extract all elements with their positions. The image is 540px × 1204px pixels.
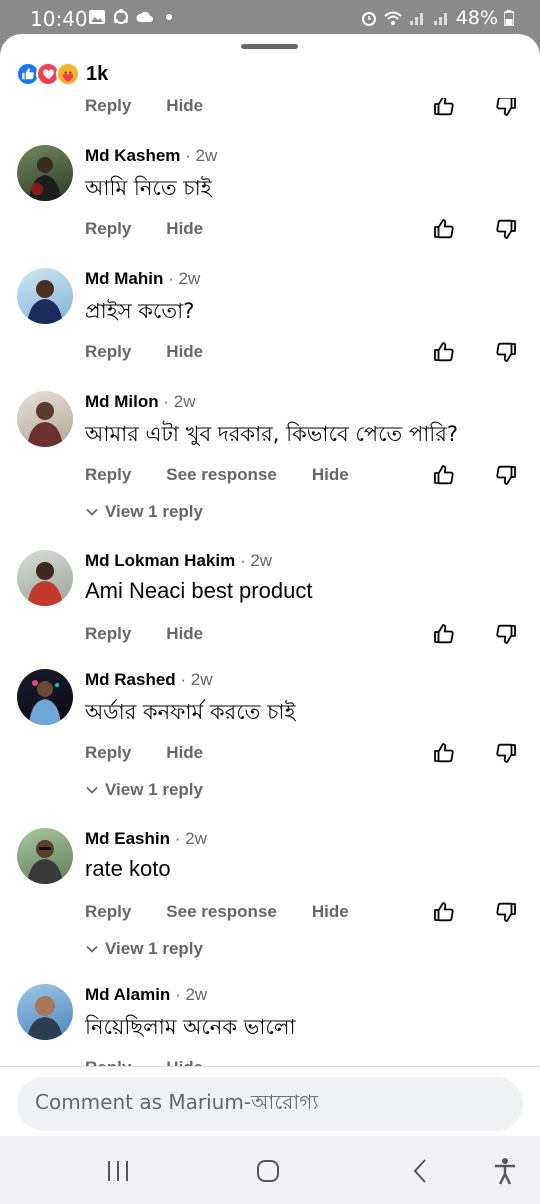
- comment-text: অর্ডার কনফার্ম করতে চাই: [85, 700, 296, 724]
- reply-button[interactable]: Reply: [85, 219, 131, 239]
- view-replies-label: View 1 reply: [105, 502, 203, 521]
- commenter-name[interactable]: Md Milon: [85, 392, 159, 411]
- comment-time: · 2w: [174, 829, 207, 848]
- avatar[interactable]: [17, 391, 73, 447]
- cloud-icon: [136, 11, 153, 22]
- reply-button[interactable]: Reply: [85, 743, 131, 763]
- chevron-down-icon: [86, 508, 98, 516]
- like-icon[interactable]: [432, 622, 456, 646]
- reaction-count: 1k: [86, 62, 109, 85]
- dislike-icon[interactable]: [494, 463, 518, 487]
- accessibility-icon: [495, 1158, 515, 1185]
- recent-apps-button[interactable]: [103, 1156, 133, 1186]
- gallery-icon: [89, 10, 105, 24]
- chevron-down-icon: [86, 786, 98, 794]
- hide-button[interactable]: Hide: [166, 624, 203, 644]
- hide-button[interactable]: Hide: [166, 219, 203, 239]
- comment-time: · 2w: [180, 670, 213, 689]
- reply-button[interactable]: Reply: [85, 902, 131, 922]
- avatar[interactable]: [17, 984, 73, 1040]
- hide-button[interactable]: Hide: [166, 1058, 203, 1066]
- comment-text: rate koto: [85, 856, 171, 881]
- see-response-button[interactable]: See response: [166, 465, 277, 485]
- hide-button[interactable]: Hide: [166, 743, 203, 763]
- dislike-icon[interactable]: [494, 217, 518, 241]
- hide-button[interactable]: Hide: [312, 902, 349, 922]
- signal-icon: [409, 13, 423, 25]
- dislike-icon[interactable]: [494, 900, 518, 924]
- chevron-down-icon: [86, 945, 98, 953]
- dislike-icon[interactable]: [494, 622, 518, 646]
- see-response-button[interactable]: See response: [166, 902, 277, 922]
- dislike-icon[interactable]: [494, 340, 518, 364]
- recent-apps-icon: [108, 1161, 128, 1181]
- care-icon: [56, 62, 80, 86]
- battery-icon: [504, 10, 514, 26]
- avatar[interactable]: [17, 828, 73, 884]
- like-icon[interactable]: [432, 340, 456, 364]
- sync-icon: [114, 9, 128, 24]
- avatar[interactable]: [17, 669, 73, 725]
- comment-list: Reply Hide Md Kashem · 2w আমি নিতে চাই R…: [0, 98, 540, 1066]
- back-icon: [413, 1159, 426, 1183]
- avatar[interactable]: [17, 145, 73, 201]
- avatar[interactable]: [17, 268, 73, 324]
- drag-handle[interactable]: [241, 44, 298, 49]
- status-time: 10:40: [30, 7, 88, 31]
- back-button[interactable]: [405, 1156, 435, 1186]
- hide-button[interactable]: Hide: [166, 342, 203, 362]
- view-replies-button[interactable]: View 1 reply: [85, 502, 203, 522]
- commenter-name[interactable]: Md Kashem: [85, 146, 180, 165]
- home-icon: [257, 1160, 279, 1182]
- hide-button[interactable]: Hide: [312, 465, 349, 485]
- comments-sheet: 1k Reply Hide Md Kashem · 2w আমি নিতে চা…: [0, 34, 540, 1204]
- dot-icon: [166, 14, 172, 20]
- reply-button[interactable]: Reply: [85, 1058, 131, 1066]
- like-icon[interactable]: [432, 741, 456, 765]
- status-bar: 10:40 48%: [0, 0, 540, 36]
- comment-text: প্রাইস কতো?: [85, 299, 195, 323]
- wifi-icon: [384, 11, 402, 25]
- reply-button[interactable]: Reply: [85, 98, 131, 116]
- commenter-name[interactable]: Md Rashed: [85, 670, 176, 689]
- comment-time: · 2w: [168, 269, 201, 288]
- comment-input[interactable]: Comment as Marium-আরোগ্য: [17, 1077, 523, 1131]
- commenter-name[interactable]: Md Lokman Hakim: [85, 551, 235, 570]
- dislike-icon[interactable]: [494, 741, 518, 765]
- comment-text: নিয়েছিলাম অনেক ভালো: [85, 1015, 296, 1039]
- signal-icon-2: [433, 13, 447, 25]
- like-icon[interactable]: [432, 98, 456, 118]
- reaction-summary[interactable]: 1k: [16, 62, 108, 86]
- avatar[interactable]: [17, 550, 73, 606]
- view-replies-button[interactable]: View 1 reply: [85, 939, 203, 959]
- hide-button[interactable]: Hide: [166, 98, 203, 116]
- reply-button[interactable]: Reply: [85, 465, 131, 485]
- comment-text: Ami Neaci best product: [85, 578, 313, 603]
- comment-text: আমার এটা খুব দরকার, কিভাবে পেতে পারি?: [85, 422, 459, 446]
- like-icon[interactable]: [432, 900, 456, 924]
- alarm-icon: [361, 12, 376, 26]
- reply-button[interactable]: Reply: [85, 624, 131, 644]
- accessibility-button[interactable]: [490, 1156, 520, 1186]
- comment-text: আমি নিতে চাই: [85, 176, 212, 200]
- reply-button[interactable]: Reply: [85, 342, 131, 362]
- dislike-icon[interactable]: [494, 98, 518, 118]
- home-button[interactable]: [253, 1156, 283, 1186]
- view-replies-label: View 1 reply: [105, 780, 203, 799]
- system-nav-bar: [0, 1136, 540, 1204]
- comment-time: · 2w: [185, 146, 218, 165]
- commenter-name[interactable]: Md Alamin: [85, 985, 170, 1004]
- view-replies-button[interactable]: View 1 reply: [85, 780, 203, 800]
- like-icon[interactable]: [432, 217, 456, 241]
- commenter-name[interactable]: Md Mahin: [85, 269, 163, 288]
- view-replies-label: View 1 reply: [105, 939, 203, 958]
- like-icon[interactable]: [432, 463, 456, 487]
- comment-time: · 2w: [175, 985, 208, 1004]
- comment-time: · 2w: [163, 392, 196, 411]
- battery-percent: 48%: [455, 7, 498, 29]
- commenter-name[interactable]: Md Eashin: [85, 829, 170, 848]
- comment-time: · 2w: [239, 551, 273, 570]
